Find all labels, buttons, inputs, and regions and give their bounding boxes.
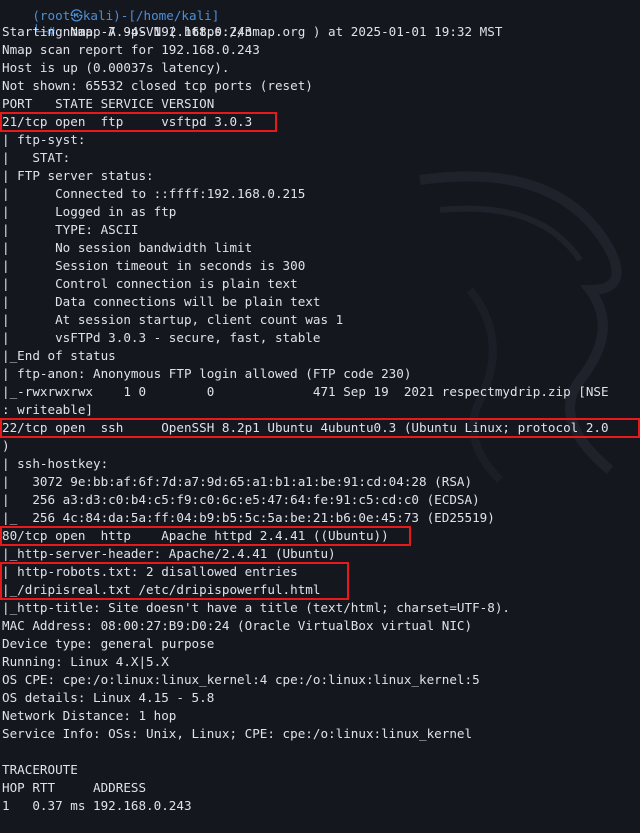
output-line: Starting Nmap 7.94SVN ( https://nmap.org… bbox=[2, 24, 503, 39]
output-line: | Connected to ::ffff:192.168.0.215 bbox=[2, 186, 306, 201]
port-21-line: 21/tcp open ftp vsftpd 3.0.3 bbox=[2, 114, 253, 129]
output-line: Running: Linux 4.X|5.X bbox=[2, 654, 169, 669]
output-line: | At session startup, client count was 1 bbox=[2, 312, 344, 327]
output-line: |_ 256 4c:84:da:5a:ff:04:b9:b5:5c:5a:be:… bbox=[2, 510, 495, 525]
output-line: TRACEROUTE bbox=[2, 762, 78, 777]
output-line: : writeable] bbox=[2, 402, 93, 417]
output-line: | Logged in as ftp bbox=[2, 204, 177, 219]
output-line: PORT STATE SERVICE VERSION bbox=[2, 96, 215, 111]
output-line: | ssh-hostkey: bbox=[2, 456, 109, 471]
output-line: OS details: Linux 4.15 - 5.8 bbox=[2, 690, 215, 705]
kali-dragon-watermark-icon bbox=[419, 171, 622, 483]
output-line: HOP RTT ADDRESS bbox=[2, 780, 147, 795]
prompt-command-line: └─# nmap -A -p- 192.168.0.243 bbox=[2, 5, 252, 39]
port-22-line: 22/tcp open ssh OpenSSH 8.2p1 Ubuntu 4ub… bbox=[2, 420, 609, 435]
output-line: | Session timeout in seconds is 300 bbox=[2, 258, 306, 273]
output-line: Nmap scan report for 192.168.0.243 bbox=[2, 42, 260, 57]
port-80-line: 80/tcp open http Apache httpd 2.4.41 ((U… bbox=[2, 528, 389, 543]
output-line: OS CPE: cpe:/o:linux:linux_kernel:4 cpe:… bbox=[2, 672, 480, 687]
output-line: |_http-title: Site doesn't have a title … bbox=[2, 600, 510, 615]
output-line: Host is up (0.00037s latency). bbox=[2, 60, 230, 75]
output-line: MAC Address: 08:00:27:B9:D0:24 (Oracle V… bbox=[2, 618, 473, 633]
output-line: |_http-server-header: Apache/2.4.41 (Ubu… bbox=[2, 546, 336, 561]
output-line: Network Distance: 1 hop bbox=[2, 708, 177, 723]
output-line: | ftp-anon: Anonymous FTP login allowed … bbox=[2, 366, 412, 381]
output-line: | Control connection is plain text bbox=[2, 276, 298, 291]
output-line: | STAT: bbox=[2, 150, 71, 165]
output-line: | 256 a3:d3:c0:b4:c5:f9:c0:6c:e5:47:64:f… bbox=[2, 492, 480, 507]
output-line: ) bbox=[2, 438, 10, 453]
output-line: | No session bandwidth limit bbox=[2, 240, 253, 255]
output-line: | TYPE: ASCII bbox=[2, 222, 139, 237]
robots-line: | http-robots.txt: 2 disallowed entries bbox=[2, 564, 298, 579]
output-line: | ftp-syst: bbox=[2, 132, 86, 147]
robots-entries-line: |_/dripisreal.txt /etc/dripispowerful.ht… bbox=[2, 582, 321, 597]
output-line: | vsFTPd 3.0.3 - secure, fast, stable bbox=[2, 330, 321, 345]
output-line: |_-rwxrwxrwx 1 0 0 471 Sep 19 2021 respe… bbox=[2, 384, 609, 399]
output-line: Service Info: OSs: Unix, Linux; CPE: cpe… bbox=[2, 726, 473, 741]
output-line: | Data connections will be plain text bbox=[2, 294, 321, 309]
output-line: 1 0.37 ms 192.168.0.243 bbox=[2, 798, 192, 813]
output-line: Not shown: 65532 closed tcp ports (reset… bbox=[2, 78, 313, 93]
output-line: |_End of status bbox=[2, 348, 116, 363]
output-line: | FTP server status: bbox=[2, 168, 154, 183]
output-line: Device type: general purpose bbox=[2, 636, 215, 651]
output-line: | 3072 9e:bb:af:6f:7d:a7:9d:65:a1:b1:a1:… bbox=[2, 474, 473, 489]
